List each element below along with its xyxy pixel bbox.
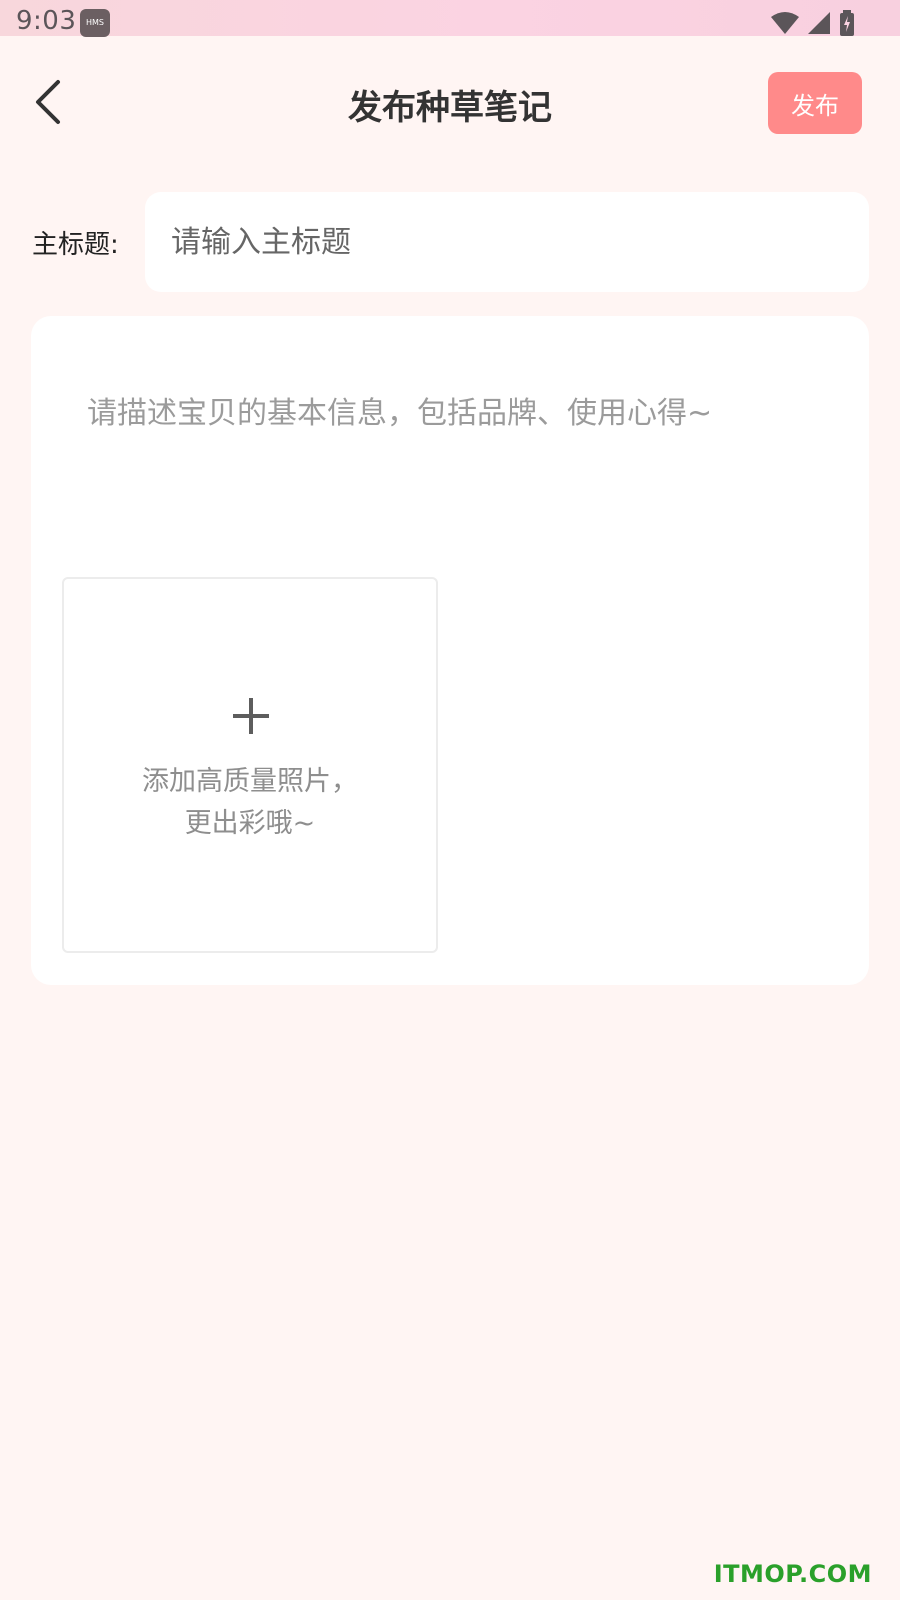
title-input[interactable] [145, 192, 869, 292]
plus-icon [233, 698, 269, 734]
content-card: 添加高质量照片， 更出彩哦~ [31, 316, 869, 985]
hms-badge: HMS [80, 9, 110, 37]
status-icons [770, 10, 858, 36]
status-bar: 9:03 HMS [0, 0, 900, 37]
wifi-icon [771, 12, 799, 34]
signal-icon [808, 12, 830, 34]
title-label: 主标题: [32, 230, 119, 260]
watermark: ITMOP.COM [713, 1560, 872, 1588]
header: 发布种草笔记 发布 [0, 36, 900, 176]
add-photo-hint: 添加高质量照片， 更出彩哦~ [64, 761, 436, 845]
add-photo-hint-line1: 添加高质量照片， [142, 766, 358, 797]
page-title: 发布种草笔记 [348, 88, 552, 128]
add-photo-hint-line2: 更出彩哦~ [184, 808, 316, 839]
description-input[interactable] [87, 388, 847, 518]
status-time: 9:03 [16, 6, 77, 36]
battery-charging-icon [840, 10, 854, 36]
publish-button[interactable]: 发布 [768, 72, 862, 134]
add-photo-button[interactable]: 添加高质量照片， 更出彩哦~ [62, 577, 438, 953]
